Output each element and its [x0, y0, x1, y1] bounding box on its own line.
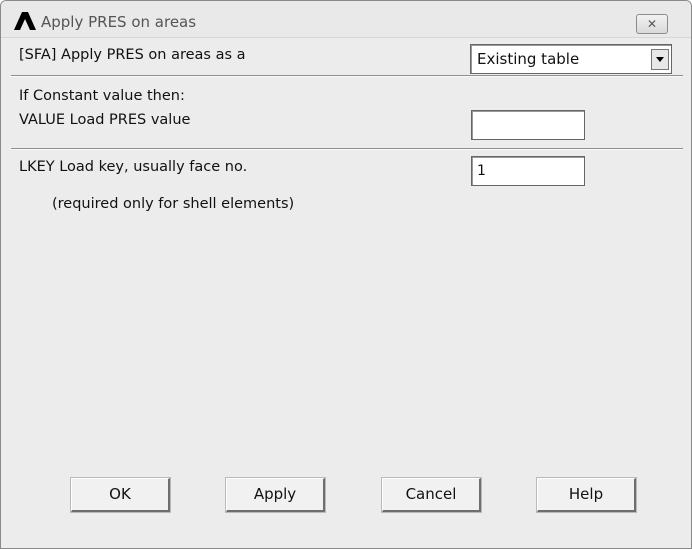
dropdown-arrow-button[interactable]: [651, 49, 669, 70]
separator-middle: [11, 148, 683, 150]
apply-as-label: [SFA] Apply PRES on areas as a: [19, 47, 246, 63]
title-bar[interactable]: Apply PRES on areas ✕: [1, 1, 691, 38]
lkey-label: LKEY Load key, usually face no.: [19, 159, 248, 175]
window-title: Apply PRES on areas: [41, 13, 197, 31]
chevron-down-icon: [656, 57, 664, 62]
apply-as-selected-value: Existing table: [477, 50, 580, 68]
ok-button[interactable]: OK: [71, 478, 170, 512]
help-button[interactable]: Help: [537, 478, 636, 512]
lkey-input[interactable]: [471, 156, 585, 186]
apply-as-dropdown[interactable]: Existing table: [470, 44, 672, 74]
constant-heading: If Constant value then:: [19, 88, 185, 104]
value-label: VALUE Load PRES value: [19, 112, 191, 128]
ansys-logo-icon: [14, 12, 36, 30]
value-input[interactable]: [471, 110, 585, 140]
dialog-window: Apply PRES on areas ✕ [SFA] Apply PRES o…: [0, 0, 692, 549]
cancel-button[interactable]: Cancel: [382, 478, 481, 512]
apply-button[interactable]: Apply: [226, 478, 325, 512]
lkey-note: (required only for shell elements): [52, 196, 295, 212]
dialog-body: [SFA] Apply PRES on areas as a Existing …: [11, 38, 683, 542]
separator-top: [11, 75, 683, 77]
close-icon: ✕: [646, 17, 658, 31]
close-button[interactable]: ✕: [636, 14, 668, 34]
